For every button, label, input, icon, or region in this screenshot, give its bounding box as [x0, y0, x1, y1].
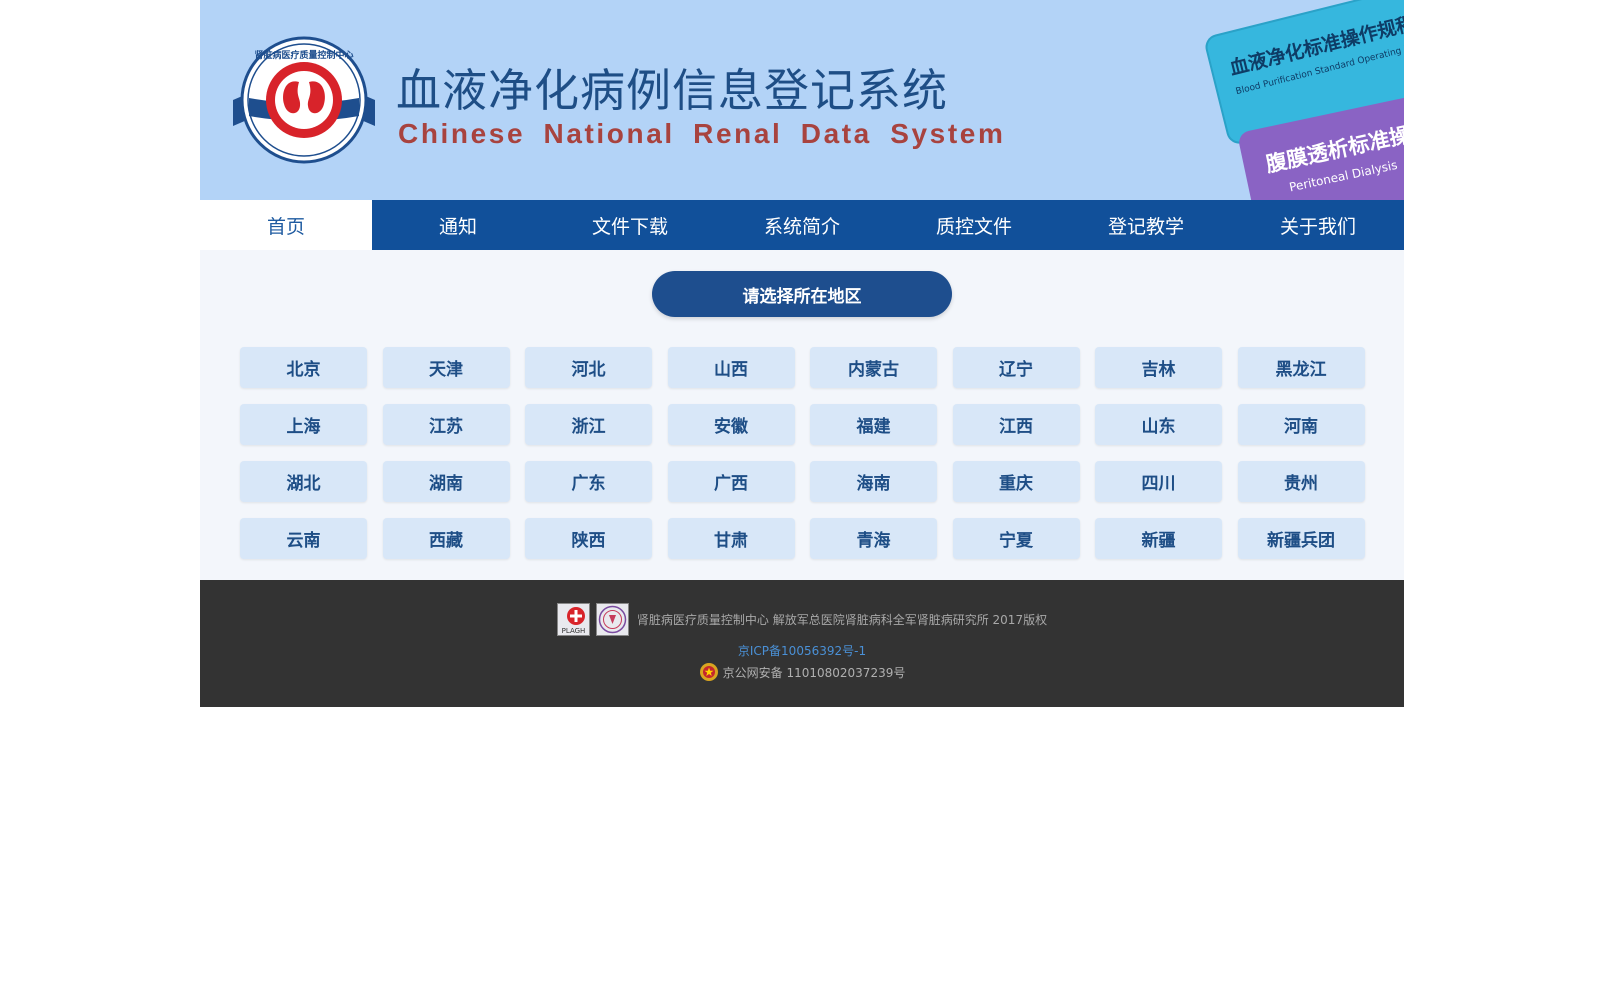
icp-link[interactable]: 京ICP备10056392号-1	[738, 644, 866, 658]
province-button[interactable]: 浙江	[525, 404, 652, 445]
province-button[interactable]: 安徽	[667, 404, 795, 445]
plagh-logo[interactable]: PLAGH	[556, 603, 590, 636]
province-button[interactable]: 山西	[667, 347, 795, 388]
province-button[interactable]: 四川	[1095, 461, 1222, 502]
province-button[interactable]: 上海	[240, 404, 367, 445]
province-button[interactable]: 云南	[240, 518, 367, 559]
region-selector: 请选择所在地区 北京 天津 河北 山西 内蒙古 辽宁 吉林 黑龙江上海 江苏 浙江 安徽 福建 江西 山东…	[200, 250, 1404, 580]
province-button[interactable]: 黑龙江	[1237, 347, 1365, 388]
footer-police-line: 京公网安备 11010802037239号	[200, 662, 1404, 682]
province-button[interactable]: 贵州	[1237, 461, 1365, 502]
nav-notice[interactable]: 通知	[372, 200, 544, 250]
nav-downloads[interactable]: 文件下载	[544, 200, 716, 250]
province-button[interactable]: 西藏	[382, 518, 510, 559]
province-button[interactable]: 山东	[1095, 404, 1222, 445]
province-button[interactable]: 河北	[525, 347, 652, 388]
nav-registration-tutorial[interactable]: 登记教学	[1060, 200, 1232, 250]
footer: PLAGH 肾脏病医疗质量控制中心 解放军总医院肾脏病科全军肾脏病研究所 201…	[200, 580, 1404, 707]
select-region-button[interactable]: 请选择所在地区	[652, 271, 952, 317]
province-button[interactable]: 新疆兵团	[1237, 518, 1365, 559]
province-button[interactable]: 江西	[952, 404, 1080, 445]
province-button[interactable]: 宁夏	[952, 518, 1080, 559]
province-grid: 北京 天津 河北 山西 内蒙古 辽宁 吉林 黑龙江上海 江苏 浙江 安徽 福建 江西 山东 河南湖北 湖南 广东…	[240, 347, 1365, 559]
province-button[interactable]: 广东	[525, 461, 652, 502]
province-button[interactable]: 天津	[382, 347, 510, 388]
kidney-center-logo: 肾脏病医疗质量控制中心	[233, 36, 375, 164]
province-button[interactable]: 海南	[810, 461, 937, 502]
police-record-text: 京公网安备 11010802037239号	[722, 665, 906, 680]
province-button[interactable]: 陕西	[525, 518, 652, 559]
kidney-institute-logo[interactable]	[595, 603, 629, 636]
system-title-en: Chinese National Renal Data System	[398, 118, 1006, 149]
province-button[interactable]: 甘肃	[667, 518, 795, 559]
province-button[interactable]: 湖北	[240, 461, 367, 502]
sop-books-illustration: 血液净化标准操作规程 Blood Purification Standard O…	[1205, 0, 1404, 200]
province-button[interactable]: 新疆	[1095, 518, 1222, 559]
province-button[interactable]: 内蒙古	[810, 347, 937, 388]
nav-home[interactable]: 首页	[200, 200, 372, 250]
province-button[interactable]: 河南	[1237, 404, 1365, 445]
province-button[interactable]: 江苏	[382, 404, 510, 445]
svg-text:肾脏病医疗质量控制中心: 肾脏病医疗质量控制中心	[254, 49, 353, 61]
footer-icp-line: 京ICP备10056392号-1	[200, 642, 1404, 659]
main-nav: 首页 通知 文件下载 系统简介 质控文件 登记教学 关于我们	[200, 200, 1404, 250]
header-banner: 肾脏病医疗质量控制中心 血液净化病例信息登记系统 Chinese Nationa…	[200, 0, 1404, 200]
province-button[interactable]: 湖南	[382, 461, 510, 502]
province-button[interactable]: 青海	[810, 518, 937, 559]
svg-text:PLAGH: PLAGH	[562, 627, 586, 635]
province-button[interactable]: 吉林	[1095, 347, 1222, 388]
footer-copyright-line: PLAGH 肾脏病医疗质量控制中心 解放军总医院肾脏病科全军肾脏病研究所 201…	[200, 603, 1404, 636]
page: 肾脏病医疗质量控制中心 血液净化病例信息登记系统 Chinese Nationa…	[200, 0, 1404, 707]
system-title-cn: 血液净化病例信息登记系统	[396, 64, 949, 117]
copyright-text: 肾脏病医疗质量控制中心 解放军总医院肾脏病科全军肾脏病研究所 2017版权	[636, 613, 1048, 627]
province-button[interactable]: 辽宁	[952, 347, 1080, 388]
province-button[interactable]: 广西	[667, 461, 795, 502]
province-button[interactable]: 福建	[810, 404, 937, 445]
nav-system-intro[interactable]: 系统简介	[716, 200, 888, 250]
police-badge-icon	[699, 663, 718, 681]
nav-qc-documents[interactable]: 质控文件	[888, 200, 1060, 250]
nav-about-us[interactable]: 关于我们	[1232, 200, 1404, 250]
province-button[interactable]: 北京	[240, 347, 367, 388]
province-button[interactable]: 重庆	[952, 461, 1080, 502]
